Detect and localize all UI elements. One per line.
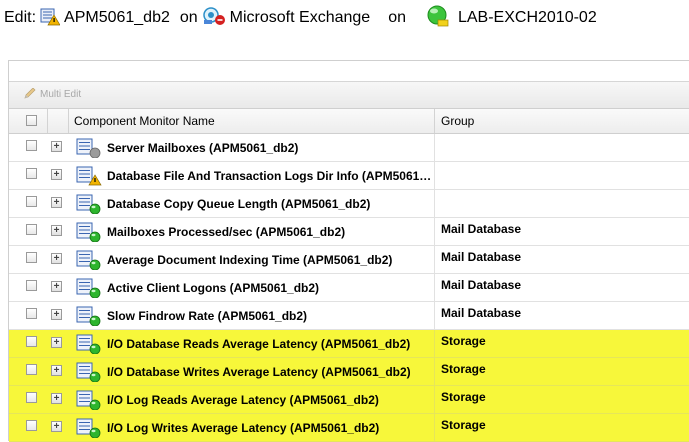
- expand-icon[interactable]: +: [51, 393, 62, 404]
- row-checkbox[interactable]: [26, 336, 37, 347]
- expand-icon[interactable]: +: [51, 337, 62, 348]
- multi-edit-label: Multi Edit: [40, 88, 82, 100]
- table-row[interactable]: + Server Mailboxes (APM5061_db2): [9, 134, 689, 162]
- expand-icon[interactable]: +: [51, 309, 62, 320]
- table-row[interactable]: + Slow Findrow Rate (APM5061_db2) Mail Dat…: [9, 302, 689, 330]
- monitor-up-icon: [76, 222, 102, 245]
- component-monitors-panel: Multi Edit Component Monitor Name Group …: [8, 60, 689, 442]
- component-monitor-name[interactable]: Mailboxes Processed/sec (APM5061_db2): [107, 225, 345, 239]
- application-name: APM5061_db2: [64, 9, 170, 26]
- expand-icon[interactable]: +: [51, 225, 62, 236]
- monitor-warning-icon: [76, 166, 102, 189]
- group-name: Storage: [441, 390, 486, 404]
- monitor-up-icon: [76, 390, 102, 413]
- row-checkbox[interactable]: [26, 196, 37, 207]
- group-name: Storage: [441, 362, 486, 376]
- grid-toolbar: Multi Edit: [9, 81, 689, 109]
- expand-icon[interactable]: +: [51, 253, 62, 264]
- edit-header: Edit: APM5061_db2 on Microsoft Exchange …: [0, 0, 689, 36]
- grid-header: Component Monitor Name Group: [9, 109, 689, 134]
- monitor-up-icon: [76, 250, 102, 273]
- monitor-up-icon: [76, 418, 102, 441]
- component-monitor-name[interactable]: I/O Log Writes Average Latency (APM5061_…: [107, 421, 379, 435]
- row-checkbox[interactable]: [26, 308, 37, 319]
- row-checkbox[interactable]: [26, 392, 37, 403]
- component-monitor-name[interactable]: Database File And Transaction Logs Dir I…: [107, 169, 431, 183]
- row-checkbox[interactable]: [26, 140, 37, 151]
- row-checkbox[interactable]: [26, 280, 37, 291]
- table-row[interactable]: + Active Client Logons (APM5061_db2) Mail …: [9, 274, 689, 302]
- row-checkbox[interactable]: [26, 168, 37, 179]
- on-label-2: on: [388, 9, 406, 26]
- column-header-component-monitor-name[interactable]: Component Monitor Name: [74, 114, 215, 128]
- row-checkbox[interactable]: [26, 252, 37, 263]
- monitor-up-icon: [76, 278, 102, 301]
- table-row[interactable]: + Average Document Indexing Time (APM5061…: [9, 246, 689, 274]
- component-monitor-name[interactable]: Average Document Indexing Time (APM5061_…: [107, 253, 392, 267]
- component-monitor-name[interactable]: I/O Database Reads Average Latency (APM5…: [107, 337, 410, 351]
- group-name: Storage: [441, 334, 486, 348]
- component-monitor-name[interactable]: I/O Database Writes Average Latency (APM…: [107, 365, 411, 379]
- group-name: Storage: [441, 418, 486, 432]
- node-status-icon: [426, 4, 450, 33]
- multi-edit-button[interactable]: Multi Edit: [23, 88, 81, 100]
- column-header-group[interactable]: Group: [441, 114, 474, 128]
- expand-icon[interactable]: +: [51, 421, 62, 432]
- group-name: Mail Database: [441, 278, 522, 292]
- table-row[interactable]: + I/O Log Writes Average Latency (APM5061…: [9, 414, 689, 442]
- monitor-up-icon: [76, 334, 102, 357]
- table-row[interactable]: + I/O Database Reads Average Latency (APM…: [9, 330, 689, 358]
- component-monitor-name[interactable]: Database Copy Queue Length (APM5061_db2): [107, 197, 370, 211]
- on-label: on: [179, 9, 198, 26]
- expand-icon[interactable]: +: [51, 141, 62, 152]
- monitor-unknown-icon: [76, 138, 102, 161]
- table-row[interactable]: + Database Copy Queue Length (APM5061_db2…: [9, 190, 689, 218]
- expand-icon[interactable]: +: [51, 197, 62, 208]
- group-name: Mail Database: [441, 222, 522, 236]
- expand-icon[interactable]: +: [51, 281, 62, 292]
- template-name: Microsoft Exchange: [229, 9, 371, 26]
- template-down-icon: [202, 6, 226, 31]
- component-monitor-name[interactable]: Slow Findrow Rate (APM5061_db2): [107, 309, 307, 323]
- node-name: LAB-EXCH2010-02: [457, 9, 597, 26]
- table-row[interactable]: + Mailboxes Processed/sec (APM5061_db2) Ma…: [9, 218, 689, 246]
- group-name: Mail Database: [441, 306, 522, 320]
- component-monitor-name[interactable]: I/O Log Reads Average Latency (APM5061_d…: [107, 393, 379, 407]
- monitor-up-icon: [76, 362, 102, 385]
- component-monitor-name[interactable]: Active Client Logons (APM5061_db2): [107, 281, 319, 295]
- row-checkbox[interactable]: [26, 224, 37, 235]
- row-checkbox[interactable]: [26, 420, 37, 431]
- edit-label: Edit:: [4, 9, 37, 26]
- group-name: Mail Database: [441, 250, 522, 264]
- component-monitor-name[interactable]: Server Mailboxes (APM5061_db2): [107, 141, 298, 155]
- expand-icon[interactable]: +: [51, 365, 62, 376]
- table-row[interactable]: + I/O Database Writes Average Latency (AP…: [9, 358, 689, 386]
- row-checkbox[interactable]: [26, 364, 37, 375]
- monitor-up-icon: [76, 194, 102, 217]
- table-row[interactable]: + I/O Log Reads Average Latency (APM5061_…: [9, 386, 689, 414]
- pencil-icon: [24, 88, 36, 99]
- table-row[interactable]: + Database File And Transaction Logs Dir …: [9, 162, 689, 190]
- monitor-up-icon: [76, 306, 102, 329]
- expand-icon[interactable]: +: [51, 169, 62, 180]
- select-all-checkbox[interactable]: [26, 115, 37, 126]
- application-warning-icon: [40, 6, 61, 31]
